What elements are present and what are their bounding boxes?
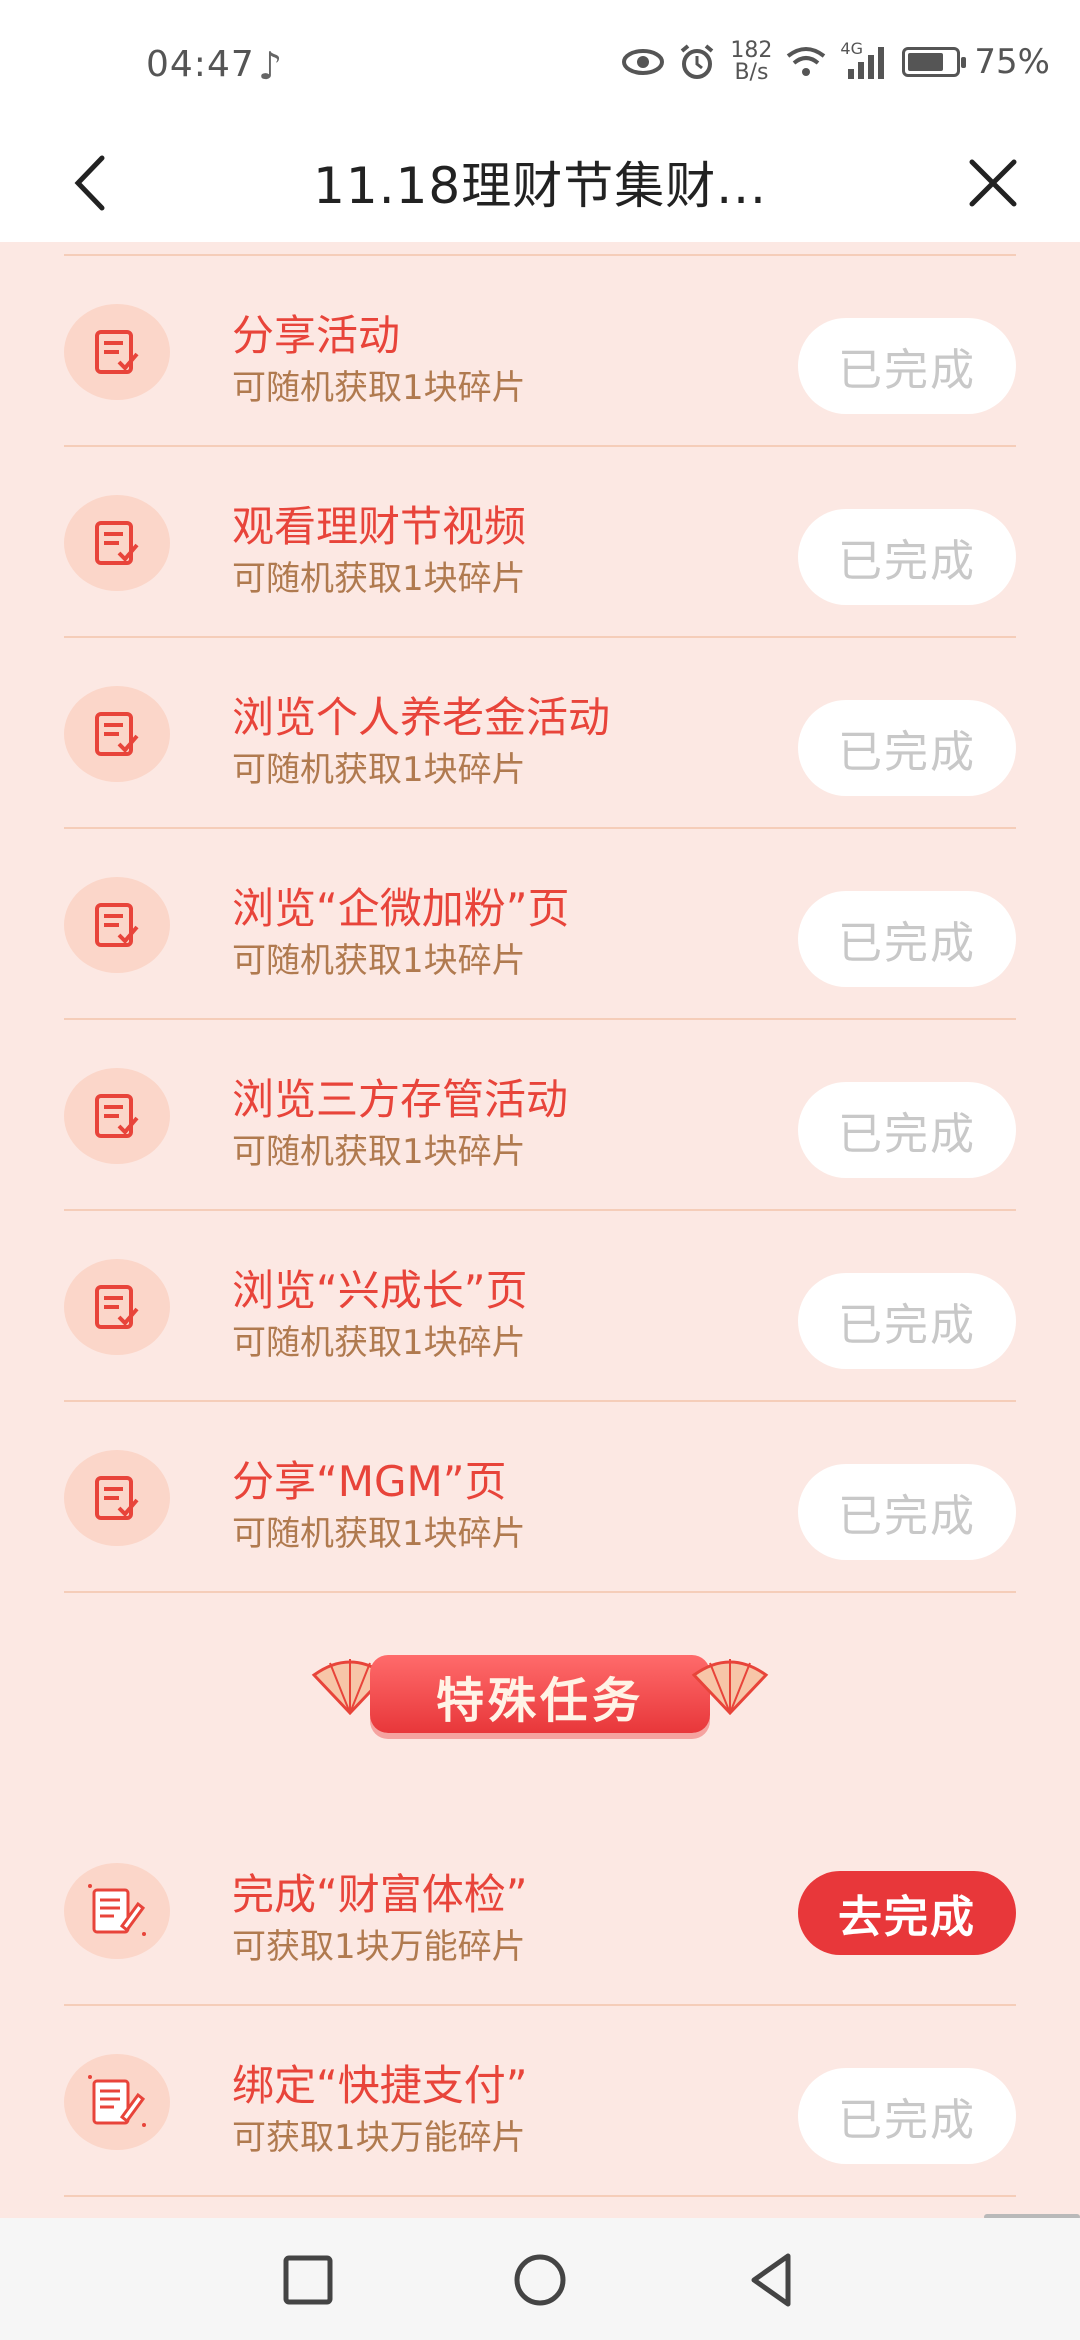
- network-speed: 182 B/s: [730, 40, 772, 84]
- task-list: 分享活动 可随机获取1块碎片 已完成 观看理财节视频 可随机获取1块碎片 已完成…: [0, 256, 1080, 2197]
- system-nav-bar: [0, 2218, 1080, 2340]
- task-row: 分享“MGM”页 可随机获取1块碎片 已完成: [64, 1402, 1016, 1593]
- status-time: 04:47: [146, 44, 255, 85]
- task-subtitle: 可随机获取1块碎片: [232, 1323, 526, 1363]
- task-title: 浏览个人养老金活动: [232, 693, 611, 742]
- task-status-button[interactable]: 已完成: [798, 509, 1016, 605]
- task-document-icon: [64, 686, 170, 782]
- task-status-button[interactable]: 已完成: [798, 2068, 1016, 2164]
- task-title: 浏览三方存管活动: [232, 1075, 569, 1124]
- task-row: 完成“财富体检” 可获取1块万能碎片 去完成: [64, 1815, 1016, 2006]
- document-pen-icon: [64, 2054, 170, 2150]
- task-title: 观看理财节视频: [232, 502, 527, 551]
- speed-unit: B/s: [734, 60, 769, 85]
- section-title: 特殊任务: [435, 1673, 644, 1729]
- home-icon[interactable]: [508, 2248, 572, 2312]
- wifi-icon: [787, 47, 826, 76]
- task-subtitle: 可随机获取1块碎片: [232, 1514, 526, 1554]
- task-document-icon: [64, 877, 170, 973]
- task-subtitle: 可随机获取1块碎片: [232, 368, 526, 408]
- task-subtitle: 可随机获取1块碎片: [232, 941, 526, 981]
- task-document-icon: [64, 1068, 170, 1164]
- task-status-button[interactable]: 已完成: [798, 318, 1016, 414]
- battery-percent: 75%: [974, 42, 1050, 82]
- battery-icon: [902, 47, 967, 77]
- task-row: 绑定“快捷支付” 可获取1块万能碎片 已完成: [64, 2006, 1016, 2197]
- signal-icon: 4G: [840, 39, 888, 79]
- task-title: 浏览“企微加粉”页: [232, 884, 570, 933]
- recent-apps-icon[interactable]: [276, 2248, 340, 2312]
- task-document-icon: [64, 495, 170, 591]
- task-title: 绑定“快捷支付”: [232, 2061, 528, 2110]
- task-title: 分享“MGM”页: [232, 1457, 507, 1506]
- status-icons: 182 B/s 4G 75%: [622, 39, 1050, 84]
- alarm-icon: [681, 44, 714, 79]
- task-status-button[interactable]: 已完成: [798, 1082, 1016, 1178]
- task-title: 完成“财富体检”: [232, 1870, 528, 1919]
- task-row: 浏览三方存管活动 可随机获取1块碎片 已完成: [64, 1020, 1016, 1211]
- task-status-button[interactable]: 已完成: [798, 700, 1016, 796]
- status-bar: 04:47 ♪ 182 B/s 4G 75%: [0, 0, 1080, 130]
- task-title: 分享活动: [232, 311, 401, 360]
- task-status-button[interactable]: 已完成: [798, 1273, 1016, 1369]
- task-status-button[interactable]: 已完成: [798, 891, 1016, 987]
- task-row: 分享活动 可随机获取1块碎片 已完成: [64, 256, 1016, 447]
- close-icon[interactable]: [958, 148, 1028, 218]
- network-type: 4G: [840, 39, 863, 58]
- task-content[interactable]: 分享活动 可随机获取1块碎片 已完成 观看理财节视频 可随机获取1块碎片 已完成…: [0, 242, 1080, 2217]
- speed-value: 182: [730, 38, 773, 63]
- task-subtitle: 可随机获取1块碎片: [232, 750, 526, 790]
- go-complete-button[interactable]: 去完成: [798, 1871, 1016, 1955]
- task-row: 观看理财节视频 可随机获取1块碎片 已完成: [64, 447, 1016, 638]
- eye-icon: [622, 49, 665, 75]
- page-title: 11.18理财节集财...: [313, 157, 767, 215]
- task-row: 浏览“兴成长”页 可随机获取1块碎片 已完成: [64, 1211, 1016, 1402]
- special-tasks-banner: 特殊任务: [0, 1593, 1080, 1815]
- task-document-icon: [64, 1259, 170, 1355]
- task-row: 浏览“企微加粉”页 可随机获取1块碎片 已完成: [64, 829, 1016, 1020]
- task-document-icon: [64, 1450, 170, 1546]
- task-subtitle: 可随机获取1块碎片: [232, 1132, 526, 1172]
- task-row: 浏览个人养老金活动 可随机获取1块碎片 已完成: [64, 638, 1016, 829]
- task-subtitle: 可获取1块万能碎片: [232, 2118, 526, 2158]
- task-subtitle: 可随机获取1块碎片: [232, 559, 526, 599]
- task-subtitle: 可获取1块万能碎片: [232, 1927, 526, 1967]
- task-document-icon: [64, 304, 170, 400]
- document-pen-icon: [64, 1863, 170, 1959]
- back-triangle-icon[interactable]: [740, 2248, 804, 2312]
- task-status-button[interactable]: 已完成: [798, 1464, 1016, 1560]
- folding-fan-icon: [691, 1659, 769, 1715]
- app-header: 11.18理财节集财...: [0, 130, 1080, 242]
- task-title: 浏览“兴成长”页: [232, 1266, 528, 1315]
- music-note-icon: ♪: [258, 44, 283, 88]
